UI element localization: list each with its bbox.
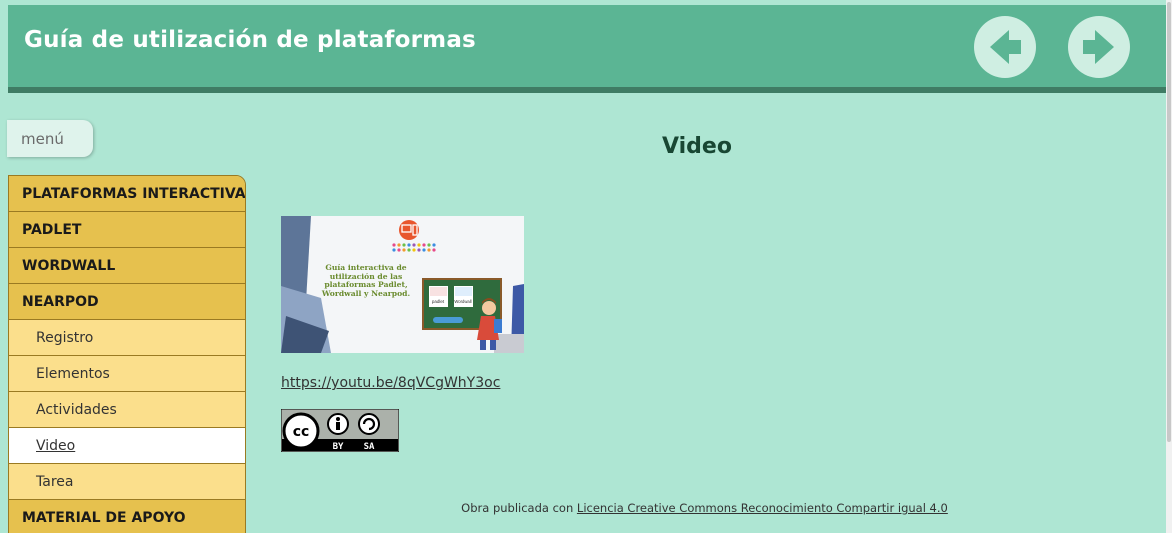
site-title: Guía de utilización de plataformas bbox=[24, 27, 476, 53]
sidebar-item-tarea[interactable]: Tarea bbox=[9, 464, 245, 500]
sidebar-item-plataformas-interactivas[interactable]: PLATAFORMAS INTERACTIVAS bbox=[9, 176, 245, 212]
scrollbar-thumb[interactable] bbox=[1167, 2, 1171, 442]
previous-page-button[interactable] bbox=[974, 16, 1036, 78]
sidebar-nav: PLATAFORMAS INTERACTIVAS PADLET WORDWALL… bbox=[8, 175, 246, 533]
sidebar-item-elementos[interactable]: Elementos bbox=[9, 356, 245, 392]
sidebar-item-padlet[interactable]: PADLET bbox=[9, 212, 245, 248]
page: Guía de utilización de plataformas menú … bbox=[0, 0, 1166, 533]
sidebar-item-wordwall[interactable]: WORDWALL bbox=[9, 248, 245, 284]
footer-prefix: Obra publicada con bbox=[461, 501, 577, 515]
thumb-card-wordwall: Wordwall bbox=[454, 299, 471, 304]
share-alike-icon bbox=[358, 413, 380, 435]
site-header: Guía de utilización de plataformas bbox=[8, 5, 1166, 93]
thumbnail-text: Guía interactiva de utilización de las p… bbox=[321, 264, 411, 299]
scrollbar[interactable] bbox=[1166, 0, 1172, 533]
badge-sa-label: SA bbox=[364, 442, 375, 452]
license-link[interactable]: Licencia Creative Commons Reconocimiento… bbox=[577, 501, 948, 515]
video-link[interactable]: https://youtu.be/8qVCgWhY3oc bbox=[281, 375, 500, 391]
badge-by-label: BY bbox=[333, 442, 344, 452]
sidebar-item-nearpod[interactable]: NEARPOD bbox=[9, 284, 245, 320]
sidebar-item-actividades[interactable]: Actividades bbox=[9, 392, 245, 428]
thumb-card-padlet: padlet bbox=[432, 299, 445, 304]
cc-icon-label: cc bbox=[293, 424, 310, 440]
next-page-button[interactable] bbox=[1068, 16, 1130, 78]
menu-toggle-button[interactable]: menú bbox=[7, 120, 93, 157]
cc-license-badge[interactable]: cc BY SA bbox=[281, 409, 399, 452]
page-title: Video bbox=[662, 134, 732, 159]
footer: Obra publicada con Licencia Creative Com… bbox=[0, 501, 1166, 515]
video-thumbnail[interactable]: Guía interactiva de utilización de las p… bbox=[281, 216, 524, 353]
sidebar-item-registro[interactable]: Registro bbox=[9, 320, 245, 356]
sidebar-item-video[interactable]: Video bbox=[9, 428, 245, 464]
